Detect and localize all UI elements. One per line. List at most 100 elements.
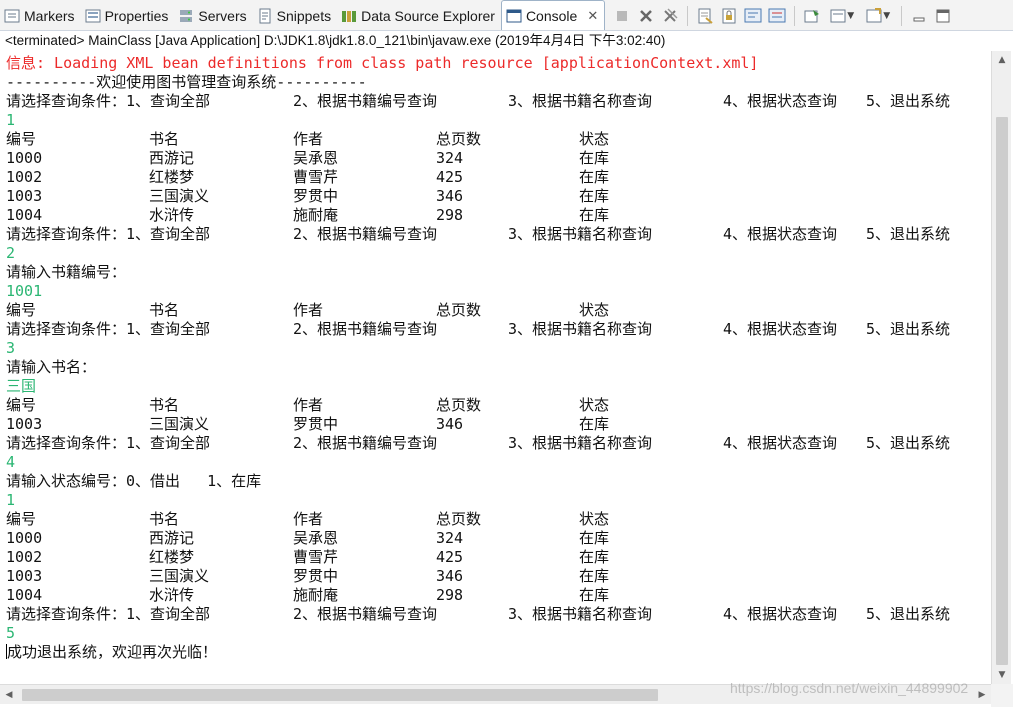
book-cell: 吴承恩 [293, 149, 339, 167]
book-cell: 346 [436, 567, 464, 585]
tab-servers[interactable]: Servers [174, 2, 252, 30]
menu-option: 请选择查询条件：1、查询全部 [6, 320, 211, 338]
book-row: 1000 西游记 吴承恩 324 在库 [6, 149, 991, 168]
close-icon[interactable]: ✕ [587, 8, 598, 24]
menu-option: 2、根据书籍编号查询 [293, 225, 438, 243]
book-cell: 1003 [6, 415, 43, 433]
word-wrap-icon[interactable] [742, 5, 764, 27]
book-cell: 吴承恩 [293, 529, 339, 547]
book-cell: 在库 [579, 529, 610, 547]
tab-label: Console [525, 7, 578, 24]
tab-markers[interactable]: Markers [0, 2, 81, 30]
header-cell: 总页数 [436, 301, 482, 319]
scrollbar-corner [991, 684, 1013, 707]
tab-properties[interactable]: Properties [81, 2, 175, 30]
book-cell: 在库 [579, 548, 610, 566]
header-cell: 书名 [149, 301, 180, 319]
book-row: 1004 水浒传 施耐庵 298 在库 [6, 586, 991, 605]
scroll-lock-icon[interactable] [718, 5, 740, 27]
header-cell: 书名 [149, 510, 180, 528]
menu-option: 请选择查询条件：1、查询全部 [6, 92, 211, 110]
menu-option: 请选择查询条件：1、查询全部 [6, 225, 211, 243]
vertical-scroll-thumb[interactable] [996, 117, 1008, 665]
data-source-icon [341, 8, 357, 24]
header-cell: 状态 [579, 301, 610, 319]
book-cell: 1002 [6, 548, 43, 566]
menu-option: 4、根据状态查询 [723, 434, 838, 452]
tab-label: Data Source Explorer [361, 8, 495, 24]
user-input-line: 4 [6, 453, 16, 471]
book-cell: 425 [436, 548, 464, 566]
console-toolbar: ▼ ▼ [611, 2, 954, 30]
watermark: https://blog.csdn.net/weixin_44899902 [730, 680, 969, 696]
show-console-on-output-icon[interactable] [766, 5, 788, 27]
exit-message-line: 成功退出系统，欢迎再次光临！ [6, 643, 991, 662]
scroll-left-icon[interactable]: ◀ [0, 685, 18, 705]
menu-line: 请选择查询条件：1、查询全部 2、根据书籍编号查询 3、根据书籍名称查询 4、根… [6, 605, 991, 624]
menu-option: 4、根据状态查询 [723, 92, 838, 110]
menu-option: 请选择查询条件：1、查询全部 [6, 434, 211, 452]
pin-console-icon[interactable] [801, 5, 823, 27]
book-cell: 298 [436, 586, 464, 604]
book-cell: 在库 [579, 206, 610, 224]
table-header-line: 编号 书名 作者 总页数 状态 [6, 396, 991, 415]
remove-launch-icon[interactable] [635, 5, 657, 27]
prompt-line: 请输入书名： [6, 358, 97, 376]
book-cell: 在库 [579, 567, 610, 585]
header-cell: 编号 [6, 510, 37, 528]
book-row: 1000 西游记 吴承恩 324 在库 [6, 529, 991, 548]
book-row: 1004 水浒传 施耐庵 298 在库 [6, 206, 991, 225]
tab-snippets[interactable]: Snippets [253, 2, 337, 30]
menu-option: 5、退出系统 [866, 320, 951, 338]
tab-console[interactable]: Console ✕ [500, 0, 606, 30]
scroll-up-icon[interactable]: ▲ [992, 51, 1012, 69]
tab-data-source-explorer[interactable]: Data Source Explorer [337, 2, 501, 30]
markers-icon [4, 8, 20, 24]
scroll-right-icon[interactable]: ▶ [973, 685, 991, 705]
clear-console-icon[interactable] [694, 5, 716, 27]
book-cell: 1002 [6, 168, 43, 186]
book-cell: 施耐庵 [293, 586, 339, 604]
chevron-down-icon: ▼ [847, 11, 855, 21]
book-cell: 在库 [579, 415, 610, 433]
table-header-line: 编号 书名 作者 总页数 状态 [6, 510, 991, 529]
display-selected-console-icon[interactable]: ▼ [825, 5, 859, 27]
book-cell: 三国演义 [149, 567, 210, 585]
terminate-icon[interactable] [611, 5, 633, 27]
maximize-icon[interactable] [932, 5, 954, 27]
book-cell: 324 [436, 149, 464, 167]
book-cell: 1003 [6, 187, 43, 205]
exit-message: 成功退出系统，欢迎再次光临！ [7, 643, 218, 661]
book-row: 1003 三国演义 罗贯中 346 在库 [6, 567, 991, 586]
book-cell: 水浒传 [149, 206, 195, 224]
vertical-scrollbar[interactable]: ▲ ▼ [991, 51, 1011, 684]
header-cell: 书名 [149, 396, 180, 414]
menu-option: 5、退出系统 [866, 434, 951, 452]
header-cell: 状态 [579, 396, 610, 414]
menu-option: 5、退出系统 [866, 92, 951, 110]
table-header-line: 编号 书名 作者 总页数 状态 [6, 130, 991, 149]
menu-option: 4、根据状态查询 [723, 320, 838, 338]
horizontal-scroll-thumb[interactable] [22, 689, 658, 701]
book-cell: 324 [436, 529, 464, 547]
menu-line: 请选择查询条件：1、查询全部 2、根据书籍编号查询 3、根据书籍名称查询 4、根… [6, 92, 991, 111]
book-cell: 红楼梦 [149, 548, 195, 566]
header-cell: 编号 [6, 130, 37, 148]
header-cell: 作者 [293, 301, 324, 319]
user-input-line: 1001 [6, 282, 43, 300]
book-cell: 罗贯中 [293, 415, 339, 433]
open-console-icon[interactable]: ▼ [861, 5, 895, 27]
book-cell: 298 [436, 206, 464, 224]
prompt-line: 请输入书籍编号： [6, 263, 127, 281]
scroll-down-icon[interactable]: ▼ [992, 666, 1012, 684]
servers-icon [178, 8, 194, 24]
user-input-line: 5 [6, 624, 16, 642]
minimize-icon[interactable] [908, 5, 930, 27]
book-cell: 346 [436, 415, 464, 433]
console-output[interactable]: 信息: Loading XML bean definitions from cl… [0, 51, 991, 684]
toolbar-separator [687, 6, 689, 26]
log-line: 信息: Loading XML bean definitions from cl… [6, 54, 759, 72]
menu-option: 2、根据书籍编号查询 [293, 605, 438, 623]
remove-all-terminated-icon[interactable] [659, 5, 681, 27]
header-cell: 总页数 [436, 510, 482, 528]
